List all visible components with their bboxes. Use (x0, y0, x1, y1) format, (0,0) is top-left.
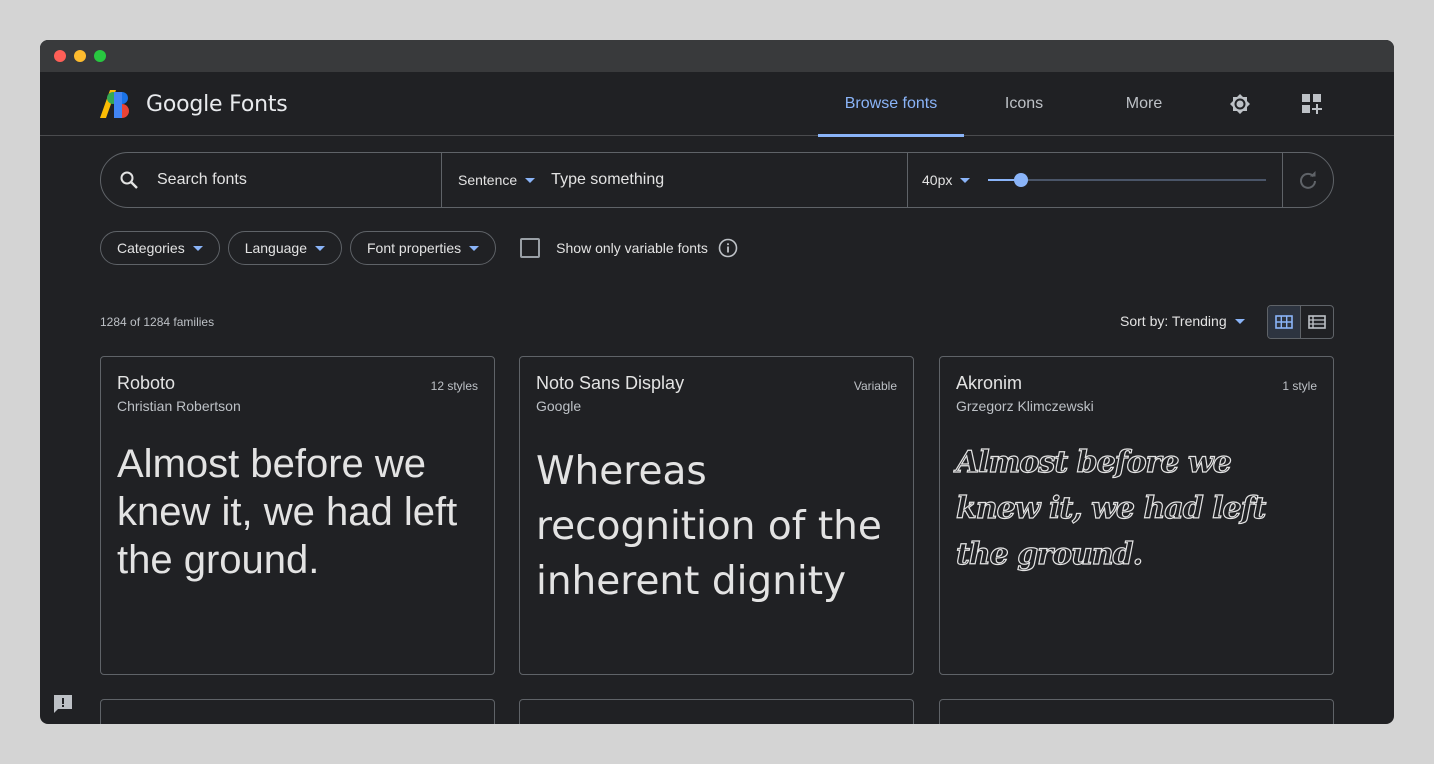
font-name: Noto Sans Display (536, 373, 685, 393)
font-size-dropdown[interactable]: 40px (922, 172, 971, 188)
font-styles-count: 1 style (1282, 379, 1317, 393)
font-card-noto-sans-display[interactable]: Noto Sans Display Google Variable Wherea… (519, 356, 914, 675)
search-icon (120, 171, 138, 189)
reset-button[interactable] (1283, 153, 1333, 207)
variable-fonts-checkbox[interactable] (520, 238, 541, 258)
font-sample-text: Whereas recognition of the inherent dign… (536, 449, 882, 604)
list-view-button[interactable] (1301, 306, 1333, 338)
preview-text-placeholder: Type something (551, 171, 665, 188)
chevron-down-icon (1234, 318, 1245, 324)
filter-bar: Categories Language Font properties Show… (100, 231, 738, 265)
font-styles-count: 12 styles (430, 379, 478, 393)
search-input[interactable]: Search fonts (101, 153, 442, 207)
preview-text-field[interactable]: Sentence Type something (442, 153, 908, 207)
font-size-control: 40px (908, 153, 1283, 207)
font-author: Google (536, 398, 582, 414)
google-fonts-logo-icon (100, 90, 129, 118)
grid-view-icon (1275, 315, 1293, 329)
language-filter[interactable]: Language (227, 231, 342, 265)
font-name: Akronim (956, 373, 1023, 393)
font-properties-filter[interactable]: Font properties (350, 231, 497, 265)
apps-add-icon[interactable] (1300, 92, 1324, 116)
font-author: Christian Robertson (117, 398, 241, 414)
font-card-akronim[interactable]: Akronim Grzegorz Klimczewski 1 style Alm… (939, 356, 1334, 675)
results-count: 1284 of 1284 families (100, 315, 215, 329)
chevron-down-icon (469, 245, 480, 251)
font-styles-count: Variable (853, 379, 897, 393)
categories-filter-label: Categories (117, 240, 185, 256)
theme-toggle-icon[interactable] (1228, 92, 1252, 116)
list-view-icon (1308, 315, 1326, 329)
refresh-icon (1300, 171, 1316, 189)
font-sample-text: Almost before we knew it, we had left th… (117, 442, 458, 582)
chevron-down-icon (315, 245, 325, 251)
font-size-label: 40px (922, 172, 953, 188)
font-card-partial[interactable] (100, 699, 495, 724)
font-size-slider[interactable] (988, 173, 1266, 187)
sort-dropdown[interactable]: Sort by: Trending (1120, 313, 1245, 329)
font-author: Grzegorz Klimczewski (956, 398, 1094, 414)
preview-mode-dropdown[interactable]: Sentence (458, 172, 536, 188)
close-window-button[interactable] (54, 50, 66, 62)
preview-mode-label: Sentence (458, 172, 518, 188)
sort-label: Sort by: Trending (1120, 313, 1227, 329)
minimize-window-button[interactable] (74, 50, 86, 62)
google-fonts-logo[interactable]: Google Fonts (100, 90, 288, 118)
chevron-down-icon (192, 245, 203, 251)
font-name: Roboto (117, 373, 176, 393)
chevron-down-icon (525, 177, 536, 183)
categories-filter[interactable]: Categories (100, 231, 220, 265)
font-card-roboto[interactable]: Roboto Christian Robertson 12 styles Alm… (100, 356, 495, 675)
title-bar (40, 40, 1394, 72)
font-card-partial[interactable] (519, 699, 914, 724)
logo-text: Google Fonts (146, 91, 288, 117)
chevron-down-icon (960, 177, 971, 183)
slider-thumb[interactable] (1014, 173, 1029, 187)
grid-view-button[interactable] (1268, 306, 1301, 338)
browser-window: Google Fonts Browse fonts Icons More Sea… (40, 40, 1394, 724)
top-navigation: Google Fonts Browse fonts Icons More (40, 72, 1394, 137)
tab-more[interactable]: More (1104, 72, 1184, 136)
maximize-window-button[interactable] (94, 50, 106, 62)
font-sample-text: Almost before we knew it, we had left th… (955, 444, 1267, 572)
font-properties-filter-label: Font properties (367, 240, 462, 256)
search-placeholder: Search fonts (157, 171, 247, 188)
info-icon[interactable] (718, 238, 738, 258)
tab-icons[interactable]: Icons (984, 72, 1064, 136)
tab-browse-fonts[interactable]: Browse fonts (818, 72, 964, 137)
view-toggle (1267, 305, 1334, 339)
feedback-icon[interactable] (52, 694, 74, 714)
font-card-partial[interactable] (939, 699, 1334, 724)
variable-fonts-label[interactable]: Show only variable fonts (556, 240, 708, 256)
language-filter-label: Language (244, 240, 307, 256)
search-toolbar: Search fonts Sentence Type something 40p… (100, 152, 1334, 208)
